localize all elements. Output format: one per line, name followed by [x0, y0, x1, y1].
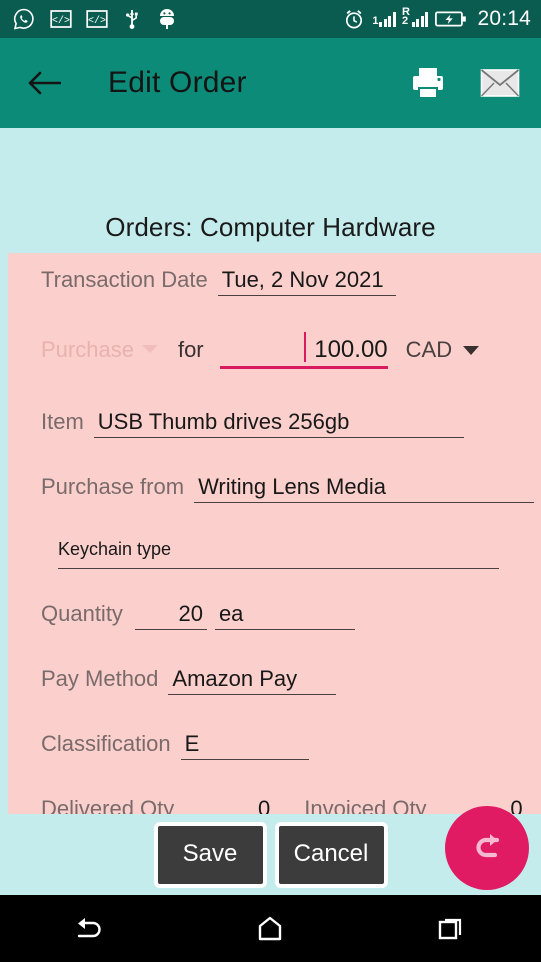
delivered-qty-label: Delivered Qty [41, 796, 175, 814]
svg-text:</>: </> [88, 15, 106, 27]
order-type-select[interactable]: Purchase [41, 337, 158, 363]
signal-sim1-icon: 1 [372, 11, 396, 27]
status-bar-clock: 20:14 [477, 7, 531, 30]
nav-recents-icon[interactable] [361, 895, 541, 962]
currency-value: CAD [405, 337, 453, 362]
quantity-label: Quantity [41, 601, 123, 626]
signal-sim2-roaming-icon: R 2 [401, 6, 429, 27]
text-cursor [303, 332, 306, 362]
chevron-down-icon-type [141, 345, 158, 353]
page-title: Edit Order [108, 66, 247, 99]
pay-method-label: Pay Method [41, 666, 159, 691]
note-value[interactable]: Keychain type [58, 539, 499, 569]
item-value[interactable]: USB Thumb drives 256gb [93, 409, 464, 438]
whatsapp-icon [12, 7, 36, 31]
order-type-value: Purchase [41, 337, 134, 362]
nav-home-icon[interactable] [180, 895, 360, 962]
status-bar-left-icons: </> </> [12, 7, 343, 31]
field-purchase-from: Purchase from Writing Lens Media [8, 438, 541, 503]
status-bar: </> </> 1 R 2 20:14 [0, 0, 541, 38]
signal-bars-1 [379, 11, 396, 27]
undo-icon [465, 824, 509, 873]
field-transaction-date: Transaction Date Tue, 2 Nov 2021 [8, 253, 541, 296]
save-button[interactable]: Save [153, 821, 267, 888]
app-bar: Edit Order [0, 38, 541, 128]
classification-label: Classification [41, 731, 171, 756]
section-title: Orders: Computer Hardware [105, 212, 436, 242]
transaction-date-label: Transaction Date [41, 267, 208, 292]
android-navigation-bar [0, 895, 541, 962]
code-icon-1: </> [50, 8, 72, 30]
nav-back-icon[interactable] [0, 895, 180, 962]
order-form-card: Transaction Date Tue, 2 Nov 2021 Purchas… [8, 253, 541, 814]
transaction-date-value[interactable]: Tue, 2 Nov 2021 [217, 267, 396, 296]
classification-value[interactable]: E [180, 731, 309, 760]
quantity-unit-value[interactable]: ea [214, 601, 355, 630]
field-classification: Classification E [8, 695, 541, 760]
sim2-label: 2 [401, 14, 409, 27]
alarm-clock-icon [343, 8, 365, 30]
code-icon-2: </> [86, 8, 108, 30]
usb-icon [122, 7, 142, 31]
phone-screen: </> </> 1 R 2 20:14 Edit Order Orders: C… [0, 0, 541, 962]
delivered-qty-value[interactable]: 0 [186, 796, 274, 814]
currency-select[interactable]: CAD [405, 337, 480, 363]
printer-icon[interactable] [405, 60, 451, 106]
field-pay-method: Pay Method Amazon Pay [8, 630, 541, 695]
pay-method-value[interactable]: Amazon Pay [168, 666, 337, 695]
back-arrow-icon[interactable] [24, 63, 64, 103]
svg-text:</>: </> [52, 15, 70, 27]
field-note: Keychain type [8, 503, 541, 569]
item-label: Item [41, 409, 84, 434]
status-bar-right-icons: 1 R 2 20:14 [343, 6, 531, 31]
undo-fab-button[interactable] [445, 806, 529, 890]
signal-bars-2 [411, 11, 429, 27]
invoiced-qty-label: Invoiced Qty [304, 796, 427, 814]
chevron-down-icon-currency [463, 345, 480, 355]
amount-value: 100.00 [314, 336, 388, 363]
sim1-label: 1 [372, 14, 379, 27]
field-quantity: Quantity 20 ea [8, 569, 541, 630]
content-area: Orders: Computer Hardware Transaction Da… [0, 128, 541, 814]
quantity-value[interactable]: 20 [134, 601, 207, 630]
amount-input[interactable]: 100.00 [219, 332, 388, 369]
envelope-icon[interactable] [477, 60, 523, 106]
battery-charging-icon [435, 10, 467, 28]
purchase-from-value[interactable]: Writing Lens Media [194, 474, 535, 503]
field-delivered-invoiced: Delivered Qty 0 Invoiced Qty 0 [8, 760, 541, 814]
cancel-button[interactable]: Cancel [274, 821, 388, 888]
field-item: Item USB Thumb drives 256gb [8, 369, 541, 438]
android-debug-icon [156, 7, 178, 31]
field-amount: Purchase for 100.00 CAD [8, 296, 541, 369]
purchase-from-label: Purchase from [41, 474, 185, 499]
for-label: for [177, 337, 204, 362]
